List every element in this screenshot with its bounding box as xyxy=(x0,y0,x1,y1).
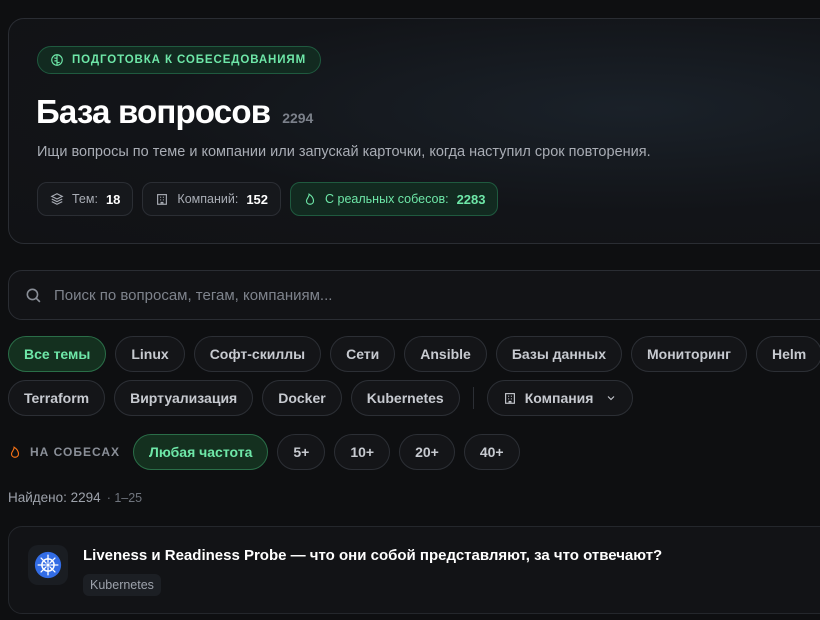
hero-panel: ПОДГОТОВКА К СОБЕСЕДОВАНИЯМ База вопросо… xyxy=(8,18,820,244)
frequency-label-text: НА СОБЕСАХ xyxy=(30,445,121,459)
stat-topics-label: Тем: xyxy=(72,192,98,206)
topic-helm[interactable]: Helm xyxy=(755,336,820,372)
topic-all[interactable]: Все темы xyxy=(8,336,107,372)
topic-filters-row-2: Terraform Виртуализация Docker Kubernete… xyxy=(8,380,634,416)
filter-divider xyxy=(472,387,474,409)
question-tag[interactable]: Kubernetes xyxy=(83,574,161,596)
stat-real-label: С реальных собесов: xyxy=(325,192,449,206)
topic-networks[interactable]: Сети xyxy=(330,336,396,372)
search-bar[interactable] xyxy=(8,270,820,320)
topic-linux[interactable]: Linux xyxy=(115,336,185,372)
building-icon xyxy=(504,393,515,404)
badge-label: ПОДГОТОВКА К СОБЕСЕДОВАНИЯМ xyxy=(72,54,307,66)
topic-monitoring[interactable]: Мониторинг xyxy=(631,336,747,372)
stat-topics-value: 18 xyxy=(105,191,121,207)
frequency-label: НА СОБЕСАХ xyxy=(8,445,120,459)
frequency-20plus[interactable]: 20+ xyxy=(399,434,455,470)
frequency-5plus[interactable]: 5+ xyxy=(277,434,326,470)
chevron-down-icon xyxy=(608,396,615,401)
topic-terraform[interactable]: Terraform xyxy=(8,380,106,416)
frequency-40plus[interactable]: 40+ xyxy=(463,434,520,470)
results-summary: Найдено: 2294 · 1–25 xyxy=(8,490,142,505)
stat-real-interviews: С реальных собесов: 2283 xyxy=(290,182,499,216)
company-dropdown[interactable]: Компания xyxy=(486,380,634,416)
frequency-any[interactable]: Любая частота xyxy=(133,434,269,470)
stat-companies-value: 152 xyxy=(246,191,269,207)
stat-real-value: 2283 xyxy=(456,191,486,207)
company-dropdown-label: Компания xyxy=(524,390,594,406)
topic-ansible[interactable]: Ansible xyxy=(404,336,487,372)
topic-databases[interactable]: Базы данных xyxy=(495,336,622,372)
results-range: · 1–25 xyxy=(106,491,143,505)
topic-virtualization[interactable]: Виртуализация xyxy=(114,380,254,416)
question-count: 2294 xyxy=(282,110,314,126)
page-title: База вопросов xyxy=(36,93,271,130)
frequency-filters: НА СОБЕСАХ Любая частота 5+ 10+ 20+ 40+ xyxy=(8,434,520,470)
flame-icon xyxy=(10,446,20,458)
results-count: Найдено: 2294 xyxy=(8,490,101,505)
page-subtitle: Ищи вопросы по теме и компании или запус… xyxy=(37,144,651,160)
stat-companies: Компаний: 152 xyxy=(142,182,282,216)
building-icon xyxy=(157,194,168,205)
interview-prep-badge: ПОДГОТОВКА К СОБЕСЕДОВАНИЯМ xyxy=(37,46,322,74)
kubernetes-icon xyxy=(34,551,62,579)
question-title[interactable]: Liveness и Readiness Probe — что они соб… xyxy=(83,547,662,564)
topic-filters-row-1: Все темы Linux Софт-скиллы Сети Ansible … xyxy=(8,336,820,372)
topic-soft-skills[interactable]: Софт-скиллы xyxy=(193,336,322,372)
search-icon xyxy=(26,288,41,302)
topic-docker[interactable]: Docker xyxy=(262,380,342,416)
flame-icon xyxy=(305,193,315,205)
card-icon-wrap xyxy=(28,545,68,585)
search-input[interactable] xyxy=(54,286,654,304)
topic-kubernetes[interactable]: Kubernetes xyxy=(350,380,460,416)
stat-companies-label: Компаний: xyxy=(177,192,239,206)
stat-topics: Тем: 18 xyxy=(37,182,134,216)
layers-icon xyxy=(50,193,64,205)
frequency-10plus[interactable]: 10+ xyxy=(334,434,391,470)
brain-icon xyxy=(51,54,63,66)
question-card[interactable]: Liveness и Readiness Probe — что они соб… xyxy=(8,526,820,614)
